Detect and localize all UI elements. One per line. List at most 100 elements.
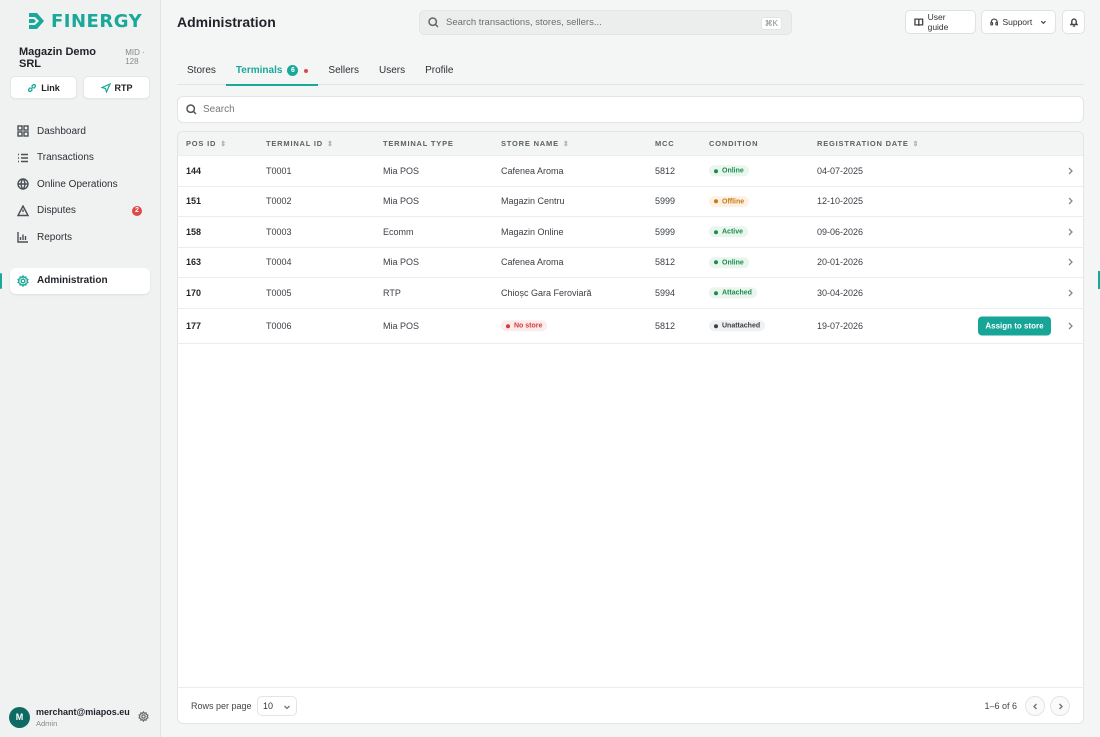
main-content: Administration ⌘K User guide Support Sto… bbox=[161, 0, 1100, 737]
rtp-button-label: RTP bbox=[114, 82, 133, 93]
no-store-badge: No store bbox=[501, 320, 548, 332]
dashboard-icon bbox=[17, 125, 29, 137]
terminal-id-cell: T0001 bbox=[266, 165, 292, 176]
sidebar-item-disputes[interactable]: Disputes 2 bbox=[10, 198, 150, 225]
column-label: MCC bbox=[655, 139, 675, 148]
mcc-cell: 5994 bbox=[655, 287, 676, 298]
chevron-right-icon[interactable] bbox=[1067, 167, 1074, 175]
user-guide-button[interactable]: User guide bbox=[905, 10, 976, 34]
sidebar-item-label: Reports bbox=[37, 231, 73, 243]
terminal-id-cell: T0002 bbox=[266, 196, 292, 207]
sidebar-item-administration[interactable]: Administration bbox=[0, 267, 150, 294]
store-name-cell: Cafenea Aroma bbox=[501, 257, 564, 268]
table-row[interactable]: 170 T0005 RTP Chioșc Gara Feroviară 5994… bbox=[178, 278, 1083, 309]
sort-icon: ⇕ bbox=[562, 140, 570, 148]
rtp-button[interactable]: RTP bbox=[83, 76, 150, 99]
sidebar-item-label: Online Operations bbox=[37, 178, 118, 190]
condition-cell: Unattached bbox=[709, 320, 766, 332]
terminal-id-cell: T0005 bbox=[266, 287, 292, 298]
table-row[interactable]: 151 T0002 Mia POS Magazin Centru 5999 Of… bbox=[178, 187, 1083, 217]
tab-label: Terminals bbox=[235, 65, 283, 76]
column-label: TERMINAL TYPE bbox=[383, 139, 454, 148]
condition-cell: Active bbox=[709, 226, 749, 238]
table-row[interactable]: 158 T0003 Ecomm Magazin Online 5999 Acti… bbox=[178, 217, 1083, 248]
pos-id-cell: 177 bbox=[186, 320, 202, 331]
terminal-type-cell: Mia POS bbox=[383, 320, 420, 331]
settings-gear-icon[interactable] bbox=[138, 711, 149, 722]
chevron-right-icon[interactable] bbox=[1067, 228, 1074, 236]
table-row[interactable]: 144 T0001 Mia POS Cafenea Aroma 5812 Onl… bbox=[178, 156, 1083, 187]
tab-users[interactable]: Users bbox=[369, 56, 415, 85]
user-profile[interactable]: M merchant@miapos.eu Admin bbox=[9, 706, 151, 728]
tab-stores[interactable]: Stores bbox=[177, 56, 226, 85]
mcc-cell: 5812 bbox=[655, 320, 676, 331]
merchant-mid: MID · 128 bbox=[125, 48, 145, 66]
registration-date-cell: 20-01-2026 bbox=[817, 257, 864, 268]
brand-logo[interactable]: FINERGY bbox=[0, 0, 160, 40]
headset-icon bbox=[990, 18, 999, 26]
store-name-cell: No store bbox=[501, 320, 548, 332]
tab-label: Profile bbox=[425, 65, 454, 76]
tab-sellers[interactable]: Sellers bbox=[318, 56, 369, 85]
link-icon bbox=[28, 83, 37, 92]
assign-to-store-button[interactable]: Assign to store bbox=[978, 316, 1051, 335]
next-page-button[interactable] bbox=[1050, 696, 1070, 716]
global-search-input[interactable] bbox=[446, 17, 746, 28]
admin-tabs: Stores Terminals 6 Sellers Users Profile bbox=[177, 56, 1084, 86]
sidebar-nav: Dashboard Transactions Online Operations… bbox=[0, 118, 160, 294]
column-header-store-name[interactable]: STORE NAME ⇕ bbox=[501, 139, 570, 148]
terminal-id-cell: T0004 bbox=[266, 257, 292, 268]
column-label: STORE NAME bbox=[501, 139, 559, 148]
chevron-right-icon bbox=[1058, 703, 1063, 709]
table-row[interactable]: 177 T0006 Mia POS No store 5812 Unattach… bbox=[178, 309, 1083, 344]
merchant-name: Magazin Demo SRL bbox=[19, 46, 97, 70]
column-header-registration-date[interactable]: REGISTRATION DATE ⇕ bbox=[817, 139, 919, 148]
registration-date-cell: 09-06-2026 bbox=[817, 226, 864, 237]
support-button[interactable]: Support bbox=[981, 10, 1056, 34]
tab-terminals[interactable]: Terminals 6 bbox=[225, 56, 319, 86]
sidebar-item-label: Administration bbox=[37, 275, 108, 287]
pos-id-cell: 158 bbox=[186, 226, 202, 237]
terminal-search[interactable] bbox=[177, 96, 1084, 123]
tab-profile[interactable]: Profile bbox=[415, 56, 463, 85]
sidebar-item-dashboard[interactable]: Dashboard bbox=[10, 118, 150, 145]
column-header-terminal-id[interactable]: TERMINAL ID ⇕ bbox=[266, 139, 334, 148]
store-name-cell: Magazin Online bbox=[501, 226, 564, 237]
bell-icon bbox=[1069, 18, 1078, 27]
status-badge: Online bbox=[709, 165, 749, 177]
terminals-count-badge: 6 bbox=[287, 65, 299, 76]
link-button[interactable]: Link bbox=[10, 76, 77, 99]
sidebar: FINERGY Magazin Demo SRL MID · 128 Link … bbox=[0, 0, 161, 737]
table-row[interactable]: 163 T0004 Mia POS Cafenea Aroma 5812 Onl… bbox=[178, 248, 1083, 278]
pos-id-cell: 163 bbox=[186, 257, 202, 268]
user-info: merchant@miapos.eu Admin bbox=[36, 707, 130, 728]
sort-icon: ⇕ bbox=[327, 140, 334, 148]
chevron-down-icon bbox=[1041, 20, 1047, 25]
chevron-right-icon[interactable] bbox=[1067, 289, 1074, 297]
sidebar-item-transactions[interactable]: Transactions bbox=[10, 145, 150, 172]
global-search[interactable]: ⌘K bbox=[419, 10, 792, 35]
notifications-button[interactable] bbox=[1062, 10, 1085, 34]
mcc-cell: 5812 bbox=[655, 257, 676, 268]
status-badge: Attached bbox=[709, 287, 757, 299]
mcc-cell: 5999 bbox=[655, 196, 676, 207]
rows-per-page-select[interactable]: 10 bbox=[257, 696, 297, 716]
terminal-type-cell: Ecomm bbox=[383, 226, 414, 237]
column-header-condition: CONDITION bbox=[709, 139, 758, 148]
merchant-info: Magazin Demo SRL MID · 128 bbox=[0, 40, 160, 76]
store-name-cell: Cafenea Aroma bbox=[501, 165, 564, 176]
column-label: CONDITION bbox=[709, 139, 759, 148]
previous-page-button[interactable] bbox=[1025, 696, 1045, 716]
quick-actions: Link RTP bbox=[0, 76, 160, 99]
status-badge: Active bbox=[709, 226, 749, 238]
sidebar-item-reports[interactable]: Reports bbox=[10, 224, 150, 251]
column-header-pos-id[interactable]: POS ID ⇕ bbox=[186, 139, 227, 148]
chevron-right-icon[interactable] bbox=[1067, 322, 1074, 330]
chevron-right-icon[interactable] bbox=[1067, 258, 1074, 266]
sidebar-item-online-operations[interactable]: Online Operations bbox=[10, 171, 150, 198]
gear-icon bbox=[17, 274, 29, 287]
store-name-cell: Magazin Centru bbox=[501, 196, 565, 207]
terminal-type-cell: RTP bbox=[383, 287, 401, 298]
chevron-right-icon[interactable] bbox=[1067, 197, 1074, 205]
terminal-search-input[interactable] bbox=[203, 104, 803, 115]
